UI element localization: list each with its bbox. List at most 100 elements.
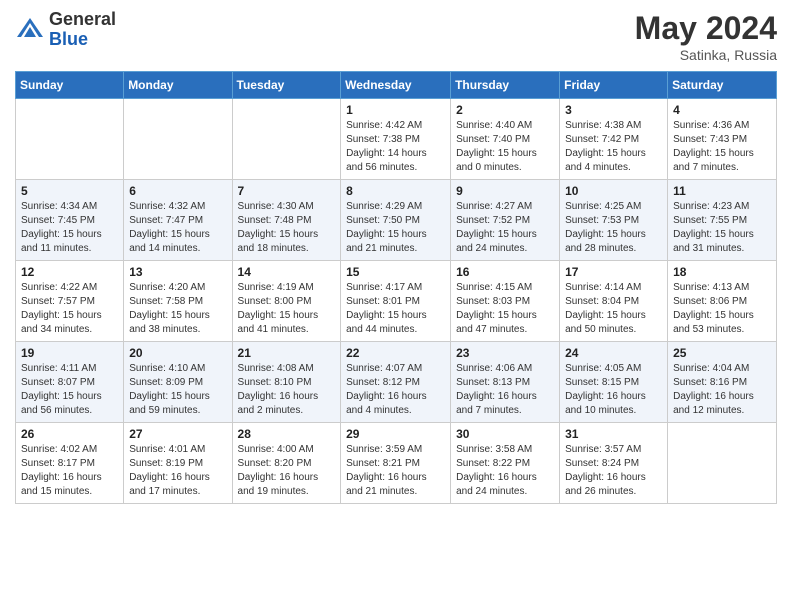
day-number: 18 (673, 265, 771, 279)
day-info: Sunrise: 4:06 AMSunset: 8:13 PMDaylight:… (456, 362, 554, 418)
day-cell-13: 13 Sunrise: 4:20 AMSunset: 7:58 PMDayligh… (124, 261, 232, 342)
day-number: 25 (673, 346, 771, 360)
day-number: 14 (238, 265, 336, 279)
week-row-5: 26Sunrise: 4:02 AMSunset: 8:17 PMDayligh… (16, 423, 777, 504)
empty-cell (668, 423, 777, 504)
day-number: 13 (129, 265, 226, 279)
day-info: Sunrise: 4:38 AMSunset: 7:42 PMDaylight:… (565, 119, 662, 175)
day-info: Sunrise: 3:58 AMSunset: 8:22 PMDaylight:… (456, 443, 554, 499)
day-number: 11 (673, 184, 771, 198)
day-number: 2 (456, 103, 554, 117)
day-info: Sunrise: 4:01 AMSunset: 8:19 PMDaylight:… (129, 443, 226, 499)
logo-icon (15, 15, 45, 45)
day-number: 20 (129, 346, 226, 360)
day-cell-21: 21Sunrise: 4:08 AMSunset: 8:10 PMDayligh… (232, 342, 341, 423)
day-info: Sunrise: 4:00 AMSunset: 8:20 PMDaylight:… (238, 443, 336, 499)
day-number: 3 (565, 103, 662, 117)
day-info: Sunrise: 4:23 AMSunset: 7:55 PMDaylight:… (673, 200, 771, 256)
logo-blue: Blue (49, 30, 116, 50)
month-year: May 2024 (635, 10, 777, 47)
weekday-thursday: Thursday (451, 72, 560, 99)
day-info: Sunrise: 4:32 AMSunset: 7:47 PMDaylight:… (129, 200, 226, 256)
day-info: Sunrise: 4:10 AMSunset: 8:09 PMDaylight:… (129, 362, 226, 418)
day-cell-16: 16Sunrise: 4:15 AMSunset: 8:03 PMDayligh… (451, 261, 560, 342)
day-cell-11: 11 Sunrise: 4:23 AMSunset: 7:55 PMDayligh… (668, 180, 777, 261)
day-number: 22 (346, 346, 445, 360)
day-info: Sunrise: 4:27 AMSunset: 7:52 PMDaylight:… (456, 200, 554, 256)
day-cell-22: 22 Sunrise: 4:07 AMSunset: 8:12 PMDayligh… (341, 342, 451, 423)
logo: General Blue (15, 10, 116, 50)
day-info: Sunrise: 4:07 AMSunset: 8:12 PMDaylight:… (346, 362, 445, 418)
day-number: 26 (21, 427, 118, 441)
day-cell-10: 10 Sunrise: 4:25 AMSunset: 7:53 PMDayligh… (560, 180, 668, 261)
day-number: 1 (346, 103, 445, 117)
day-info: Sunrise: 4:04 AMSunset: 8:16 PMDaylight:… (673, 362, 771, 418)
day-cell-2: 2 Sunrise: 4:40 AMSunset: 7:40 PMDaylight… (451, 99, 560, 180)
day-number: 23 (456, 346, 554, 360)
day-number: 15 (346, 265, 445, 279)
weekday-header-row: SundayMondayTuesdayWednesdayThursdayFrid… (16, 72, 777, 99)
day-info: Sunrise: 4:17 AMSunset: 8:01 PMDaylight:… (346, 281, 445, 337)
day-cell-8: 8Sunrise: 4:29 AMSunset: 7:50 PMDaylight… (341, 180, 451, 261)
day-number: 19 (21, 346, 118, 360)
day-number: 27 (129, 427, 226, 441)
day-cell-26: 26Sunrise: 4:02 AMSunset: 8:17 PMDayligh… (16, 423, 124, 504)
weekday-tuesday: Tuesday (232, 72, 341, 99)
day-info: Sunrise: 4:40 AMSunset: 7:40 PMDaylight:… (456, 119, 554, 175)
day-info: Sunrise: 3:59 AMSunset: 8:21 PMDaylight:… (346, 443, 445, 499)
day-number: 6 (129, 184, 226, 198)
weekday-friday: Friday (560, 72, 668, 99)
day-number: 4 (673, 103, 771, 117)
day-cell-9: 9Sunrise: 4:27 AMSunset: 7:52 PMDaylight… (451, 180, 560, 261)
day-cell-17: 17 Sunrise: 4:14 AMSunset: 8:04 PMDayligh… (560, 261, 668, 342)
day-info: Sunrise: 4:22 AMSunset: 7:57 PMDaylight:… (21, 281, 118, 337)
day-cell-20: 20 Sunrise: 4:10 AMSunset: 8:09 PMDayligh… (124, 342, 232, 423)
day-info: Sunrise: 4:14 AMSunset: 8:04 PMDaylight:… (565, 281, 662, 337)
day-cell-23: 23 Sunrise: 4:06 AMSunset: 8:13 PMDayligh… (451, 342, 560, 423)
day-number: 7 (238, 184, 336, 198)
day-number: 12 (21, 265, 118, 279)
day-info: Sunrise: 4:19 AMSunset: 8:00 PMDaylight:… (238, 281, 336, 337)
day-number: 28 (238, 427, 336, 441)
day-cell-18: 18Sunrise: 4:13 AMSunset: 8:06 PMDayligh… (668, 261, 777, 342)
day-number: 17 (565, 265, 662, 279)
day-cell-31: 31 Sunrise: 3:57 AMSunset: 8:24 PMDayligh… (560, 423, 668, 504)
logo-text: General Blue (49, 10, 116, 50)
day-info: Sunrise: 4:20 AMSunset: 7:58 PMDaylight:… (129, 281, 226, 337)
day-cell-27: 27 Sunrise: 4:01 AMSunset: 8:19 PMDayligh… (124, 423, 232, 504)
day-info: Sunrise: 4:29 AMSunset: 7:50 PMDaylight:… (346, 200, 445, 256)
page: General Blue May 2024 Satinka, Russia Su… (0, 0, 792, 612)
day-info: Sunrise: 4:30 AMSunset: 7:48 PMDaylight:… (238, 200, 336, 256)
day-cell-19: 19Sunrise: 4:11 AMSunset: 8:07 PMDayligh… (16, 342, 124, 423)
day-info: Sunrise: 4:15 AMSunset: 8:03 PMDaylight:… (456, 281, 554, 337)
day-cell-5: 5 Sunrise: 4:34 AMSunset: 7:45 PMDaylight… (16, 180, 124, 261)
day-info: Sunrise: 4:36 AMSunset: 7:43 PMDaylight:… (673, 119, 771, 175)
day-cell-6: 6 Sunrise: 4:32 AMSunset: 7:47 PMDaylight… (124, 180, 232, 261)
location: Satinka, Russia (635, 47, 777, 63)
day-cell-12: 12 Sunrise: 4:22 AMSunset: 7:57 PMDayligh… (16, 261, 124, 342)
weekday-wednesday: Wednesday (341, 72, 451, 99)
day-cell-30: 30Sunrise: 3:58 AMSunset: 8:22 PMDayligh… (451, 423, 560, 504)
weekday-monday: Monday (124, 72, 232, 99)
day-number: 31 (565, 427, 662, 441)
day-number: 29 (346, 427, 445, 441)
empty-cell (16, 99, 124, 180)
week-row-2: 5 Sunrise: 4:34 AMSunset: 7:45 PMDaylight… (16, 180, 777, 261)
day-info: Sunrise: 4:34 AMSunset: 7:45 PMDaylight:… (21, 200, 118, 256)
day-number: 24 (565, 346, 662, 360)
day-cell-4: 4 Sunrise: 4:36 AMSunset: 7:43 PMDaylight… (668, 99, 777, 180)
weekday-sunday: Sunday (16, 72, 124, 99)
day-cell-1: 1 Sunrise: 4:42 AMSunset: 7:38 PMDaylight… (341, 99, 451, 180)
day-number: 10 (565, 184, 662, 198)
day-info: Sunrise: 4:25 AMSunset: 7:53 PMDaylight:… (565, 200, 662, 256)
day-cell-28: 28 Sunrise: 4:00 AMSunset: 8:20 PMDayligh… (232, 423, 341, 504)
day-cell-14: 14 Sunrise: 4:19 AMSunset: 8:00 PMDayligh… (232, 261, 341, 342)
logo-general: General (49, 10, 116, 30)
day-info: Sunrise: 4:42 AMSunset: 7:38 PMDaylight:… (346, 119, 445, 175)
empty-cell (232, 99, 341, 180)
empty-cell (124, 99, 232, 180)
day-cell-15: 15 Sunrise: 4:17 AMSunset: 8:01 PMDayligh… (341, 261, 451, 342)
day-info: Sunrise: 3:57 AMSunset: 8:24 PMDaylight:… (565, 443, 662, 499)
day-info: Sunrise: 4:08 AMSunset: 8:10 PMDaylight:… (238, 362, 336, 418)
day-number: 5 (21, 184, 118, 198)
